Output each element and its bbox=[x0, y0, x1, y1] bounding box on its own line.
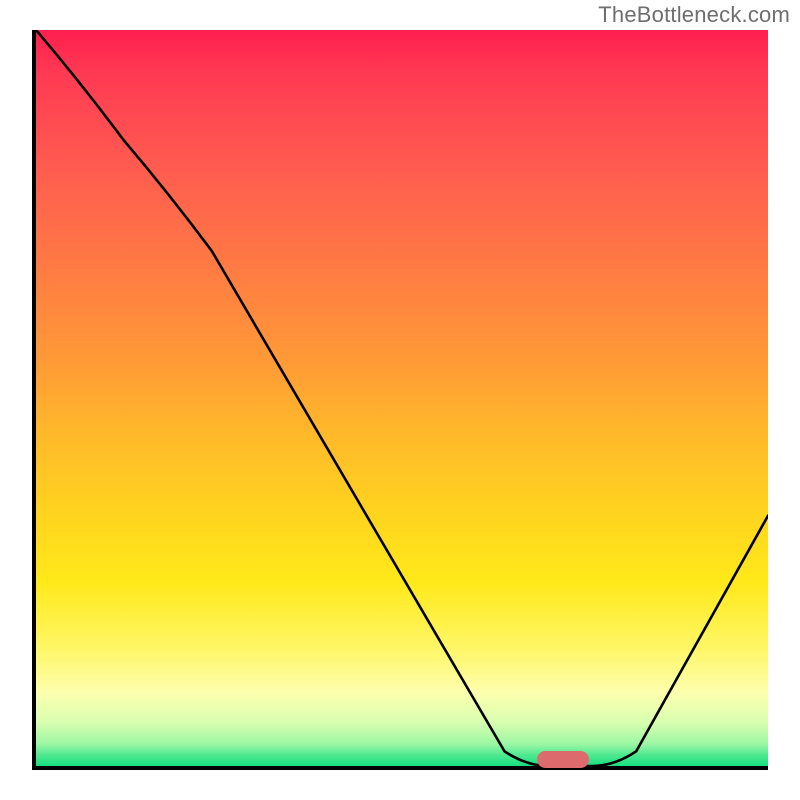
watermark-text: TheBottleneck.com bbox=[598, 2, 790, 28]
plot-background-gradient bbox=[36, 30, 768, 766]
chart-root: TheBottleneck.com bbox=[0, 0, 800, 800]
optimal-region-marker bbox=[537, 751, 588, 768]
plot-area bbox=[32, 30, 768, 770]
